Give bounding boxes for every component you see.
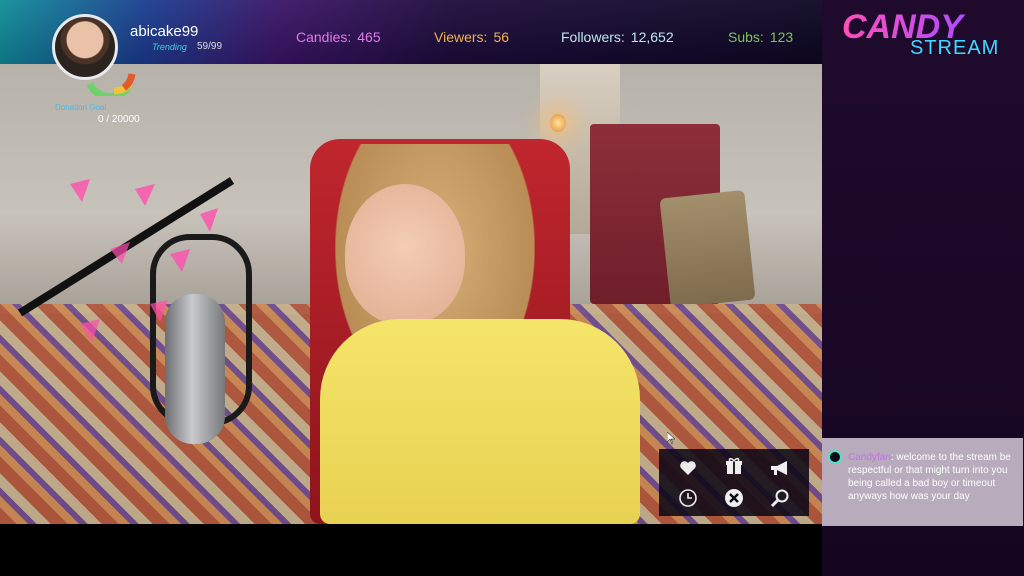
streamer-shirt xyxy=(320,319,640,524)
clock-icon xyxy=(679,489,697,507)
candies-value: 465 xyxy=(357,29,381,45)
chat-avatar-dot xyxy=(828,450,842,464)
subs-label: Subs: xyxy=(728,29,764,45)
search-icon xyxy=(770,489,789,508)
chat-username[interactable]: Candyfan xyxy=(848,452,891,463)
clock-button[interactable] xyxy=(674,485,702,511)
candies-stat: Candies: 465 xyxy=(296,29,381,45)
bottom-bar xyxy=(0,524,822,576)
room-lamp xyxy=(550,114,566,132)
subs-value: 123 xyxy=(769,29,794,45)
trending-count: 59/99 xyxy=(197,41,223,52)
donation-goal-value: 0 / 20000 xyxy=(98,114,140,125)
chat-message: Candyfan: welcome to the stream be respe… xyxy=(848,451,1020,503)
viewers-stat: Viewers: 56 xyxy=(434,29,509,45)
search-button[interactable] xyxy=(766,485,794,511)
logo-stream-text: STREAM xyxy=(910,37,999,59)
trending-label: Trending xyxy=(152,42,187,52)
gift-icon xyxy=(726,457,742,474)
followers-value: 12,652 xyxy=(630,29,674,45)
close-icon xyxy=(725,489,743,507)
followers-stat: Followers: 12,652 xyxy=(561,29,674,45)
candies-label: Candies: xyxy=(296,29,352,45)
action-panel xyxy=(659,449,809,516)
viewers-label: Viewers: xyxy=(434,29,488,45)
username: abicake99 xyxy=(130,23,199,40)
megaphone-button[interactable] xyxy=(766,455,794,481)
streamer-face xyxy=(345,184,465,324)
confetti-triangles xyxy=(70,179,218,342)
heart-button[interactable] xyxy=(674,455,702,481)
megaphone-icon xyxy=(771,461,787,475)
avatar[interactable] xyxy=(52,14,118,80)
followers-label: Followers: xyxy=(561,29,625,45)
viewers-value: 56 xyxy=(493,29,510,45)
candy-stream-logo: CANDY STREAM xyxy=(842,8,999,59)
mouse-cursor-icon xyxy=(667,432,675,444)
donation-goal-label: Donation Goal xyxy=(55,103,107,112)
subs-stat: Subs: 123 xyxy=(728,29,793,45)
close-button[interactable] xyxy=(720,485,748,511)
heart-icon xyxy=(680,461,696,475)
gift-button[interactable] xyxy=(720,453,748,479)
room-suitcase xyxy=(659,189,756,309)
